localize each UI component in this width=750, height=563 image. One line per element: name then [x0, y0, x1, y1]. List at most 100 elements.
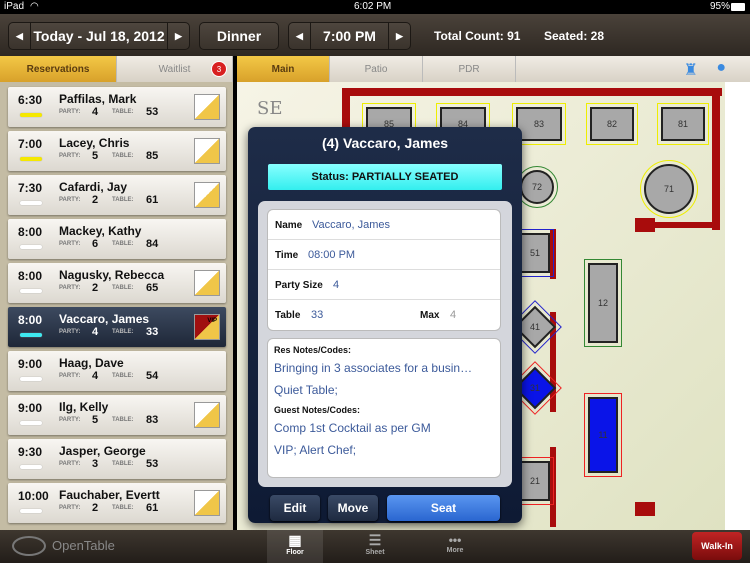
- table-number: 61: [146, 502, 159, 514]
- guest-name: Jasper, George: [59, 444, 146, 458]
- res-time: 7:30: [18, 181, 43, 195]
- sheet-icon: ☰: [368, 532, 382, 548]
- next-time-button[interactable]: ▶: [388, 23, 410, 49]
- guest-name: Mackey, Kathy: [59, 224, 142, 238]
- floor-table-12[interactable]: 12: [584, 259, 622, 347]
- guest-name: Cafardi, Jay: [59, 180, 128, 194]
- battery-level: 95%: [710, 1, 731, 12]
- prev-date-button[interactable]: ◀: [9, 23, 31, 49]
- reservation-row[interactable]: 6:30 Paffilas, Mark PARTY: 4 TABLE: 53: [8, 87, 226, 127]
- table-label: TABLE:: [112, 505, 134, 511]
- floor-table-71[interactable]: 71: [640, 160, 698, 218]
- table-label: 81: [677, 119, 688, 129]
- status-bar-indicator: [20, 465, 42, 469]
- reservation-row[interactable]: 9:30 Jasper, George PARTY: 3 TABLE: 53: [8, 439, 226, 479]
- table-label: 12: [597, 298, 608, 308]
- guest-note: VIP; Alert Chef;: [274, 443, 357, 457]
- tab-pdr[interactable]: PDR: [423, 56, 516, 82]
- status-badge[interactable]: Status: PARTIALLY SEATED: [268, 164, 502, 190]
- flag-icon: [194, 490, 220, 516]
- status-bar-indicator: [20, 509, 42, 513]
- restaurant-logo: SE: [257, 98, 283, 119]
- shift-button[interactable]: Dinner: [199, 22, 279, 50]
- table-number: 54: [146, 370, 159, 382]
- popover-title: (4) Vaccaro, James: [321, 135, 449, 151]
- floor-table-11[interactable]: 11: [584, 393, 622, 477]
- prev-time-button[interactable]: ◀: [289, 23, 311, 49]
- tab-reservations[interactable]: Reservations: [0, 56, 117, 82]
- party-label: PARTY:: [59, 109, 81, 115]
- floor-table-81[interactable]: 81: [657, 103, 709, 145]
- res-time: 8:00: [18, 269, 43, 283]
- res-time: 8:00: [18, 313, 43, 327]
- status-bar-indicator: [20, 113, 42, 117]
- person-icon[interactable]: ●: [716, 59, 726, 77]
- table-label: TABLE:: [112, 329, 134, 335]
- table-value: 33: [311, 309, 324, 321]
- table-label: TABLE:: [112, 373, 134, 379]
- reservation-row[interactable]: 8:00 Mackey, Kathy PARTY: 6 TABLE: 84: [8, 219, 226, 259]
- chair-icon[interactable]: ♜: [684, 60, 698, 80]
- device-name: iPad: [4, 1, 25, 12]
- reservation-row[interactable]: 9:00 Ilg, Kelly PARTY: 5 TABLE: 83: [8, 395, 226, 435]
- guest-name: Fauchaber, Evertt: [59, 488, 160, 502]
- tab-main[interactable]: Main: [237, 56, 330, 82]
- party-size: 5: [92, 414, 99, 426]
- notes-card: Res Notes/Codes: Bringing in 3 associate…: [267, 338, 501, 478]
- edit-button[interactable]: Edit: [270, 495, 320, 521]
- party-label: Party Size: [275, 280, 323, 291]
- table-label: TABLE:: [112, 461, 134, 467]
- party-label: PARTY:: [59, 285, 81, 291]
- seat-button[interactable]: Seat: [387, 495, 500, 521]
- move-button[interactable]: Move: [328, 495, 378, 521]
- party-label: PARTY:: [59, 153, 81, 159]
- reservation-row[interactable]: 9:00 Haag, Dave PARTY: 4 TABLE: 54: [8, 351, 226, 391]
- res-time: 9:00: [18, 401, 43, 415]
- time-row: Time 08:00 PM: [268, 240, 500, 270]
- table-label: TABLE:: [112, 197, 134, 203]
- reservation-row[interactable]: 10:00 Fauchaber, Evertt PARTY: 2 TABLE: …: [8, 483, 226, 523]
- floor-table-72[interactable]: 72: [516, 166, 558, 208]
- table-number: 53: [146, 106, 159, 118]
- floor-table-83[interactable]: 83: [512, 103, 566, 145]
- reservation-popover: (4) Vaccaro, James Status: PARTIALLY SEA…: [248, 127, 522, 523]
- tab-more[interactable]: ••• More: [427, 530, 483, 563]
- party-row: Party Size 4: [268, 270, 500, 300]
- tab-label: Patio: [364, 63, 388, 75]
- reservation-row[interactable]: 8:00 Nagusky, Rebecca PARTY: 2 TABLE: 65: [8, 263, 226, 303]
- time-label[interactable]: 7:00 PM: [311, 28, 388, 44]
- table-label: Table: [275, 310, 301, 321]
- tab-patio[interactable]: Patio: [330, 56, 423, 82]
- reservation-row[interactable]: 7:00 Lacey, Chris PARTY: 5 TABLE: 85: [8, 131, 226, 171]
- flag-icon: [194, 270, 220, 296]
- status-bar: iPad ◠ 6:02 PM 95%: [0, 0, 750, 14]
- table-label: 83: [533, 119, 544, 129]
- table-label: 51: [529, 248, 540, 258]
- reservation-list[interactable]: 6:30 Paffilas, Mark PARTY: 4 TABLE: 53 7:…: [0, 82, 233, 530]
- party-size: 2: [92, 194, 99, 206]
- floor-table-51[interactable]: 51: [516, 229, 554, 277]
- tab-label: More: [446, 547, 464, 554]
- guest-name: Ilg, Kelly: [59, 400, 109, 414]
- tab-waitlist[interactable]: Waitlist 3: [117, 56, 233, 82]
- status-bar-indicator: [20, 201, 42, 205]
- tab-floor[interactable]: ▦ Floor: [267, 530, 323, 563]
- reservation-row[interactable]: 7:30 Cafardi, Jay PARTY: 2 TABLE: 61: [8, 175, 226, 215]
- table-label: TABLE:: [112, 241, 134, 247]
- walk-in-button[interactable]: Walk-In: [692, 532, 742, 560]
- seated-count: Seated: 28: [544, 29, 605, 43]
- table-label: 82: [606, 119, 617, 129]
- party-size: 4: [92, 370, 99, 382]
- floor-table-82[interactable]: 82: [586, 103, 638, 145]
- party-size: 3: [92, 458, 99, 470]
- party-label: PARTY:: [59, 505, 81, 511]
- guest-name: Vaccaro, James: [59, 312, 150, 326]
- reservation-row[interactable]: 8:00 Vaccaro, James PARTY: 4 TABLE: 33 VI…: [8, 307, 226, 347]
- floor-table-21[interactable]: 21: [516, 457, 554, 505]
- details-panel: Name Vaccaro, James Time 08:00 PM Party Si…: [258, 201, 512, 487]
- res-note: Bringing in 3 associates for a busin…: [274, 361, 473, 375]
- next-date-button[interactable]: ▶: [167, 23, 189, 49]
- tab-sheet[interactable]: ☰ Sheet: [347, 530, 403, 563]
- date-label[interactable]: Today - Jul 18, 2012: [31, 28, 167, 44]
- table-label: TABLE:: [112, 153, 134, 159]
